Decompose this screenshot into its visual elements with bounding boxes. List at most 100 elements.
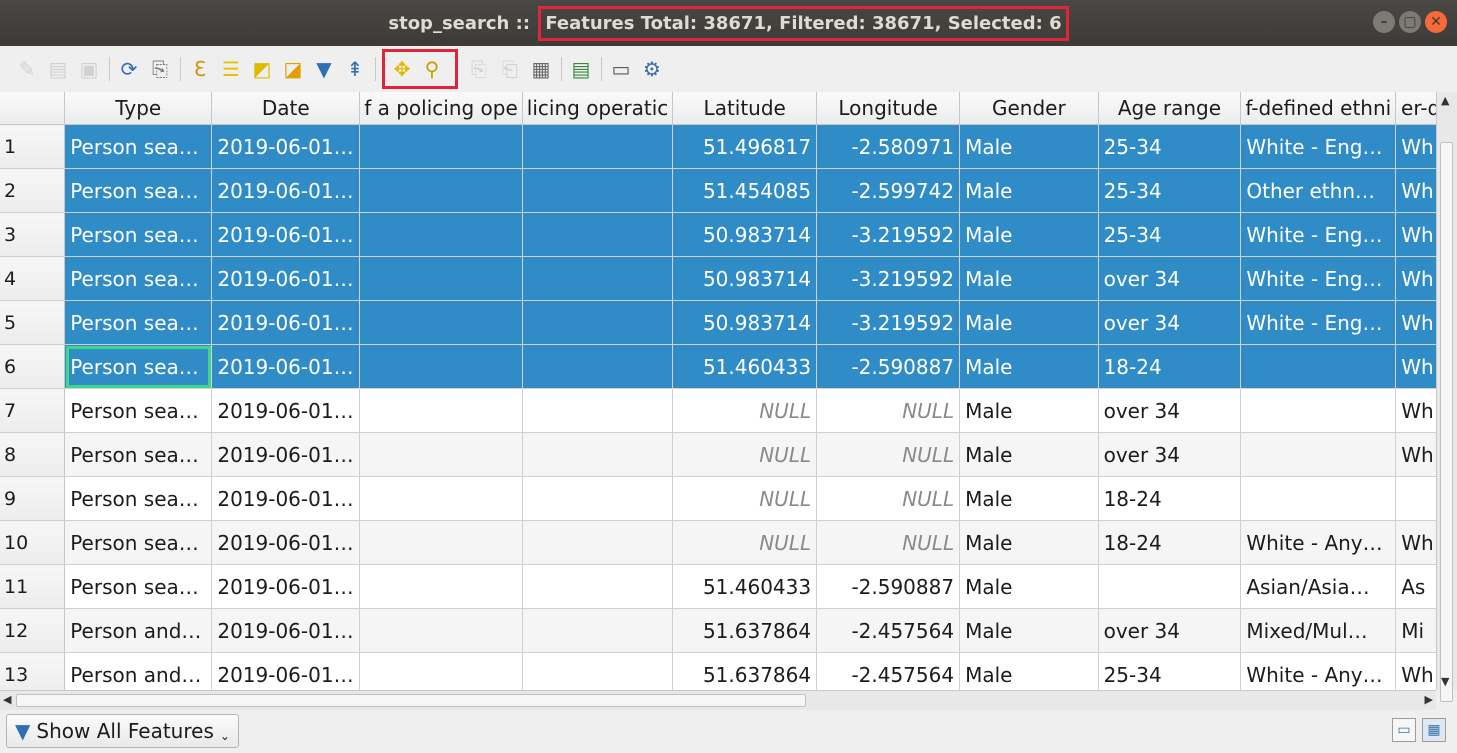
- scroll-right-icon[interactable]: ▶: [1425, 693, 1433, 706]
- scroll-left-icon[interactable]: ◀: [3, 693, 11, 706]
- table-cell[interactable]: Person sea…: [64, 344, 213, 389]
- table-cell[interactable]: [522, 168, 674, 213]
- table-cell[interactable]: [359, 212, 523, 257]
- table-cell[interactable]: over 34: [1098, 256, 1242, 301]
- table-row[interactable]: 12 Person and… 2019-06-01… 51.637864 -2.4575…: [0, 608, 1457, 653]
- table-cell[interactable]: [359, 564, 523, 609]
- table-row[interactable]: 4 Person sea… 2019-06-01… 50.983714 -3.21959…: [0, 256, 1457, 301]
- row-header[interactable]: 6: [0, 344, 66, 389]
- table-cell[interactable]: Male: [959, 344, 1099, 389]
- table-row[interactable]: 9 Person sea… 2019-06-01… NULL NULL Male 18-24: [0, 476, 1457, 521]
- show-all-features-button[interactable]: ▼ Show All Features ⌄: [6, 714, 239, 748]
- column-header[interactable]: Type: [64, 92, 213, 125]
- table-cell[interactable]: NULL: [816, 520, 961, 565]
- table-cell[interactable]: 25-34: [1098, 124, 1242, 169]
- table-cell[interactable]: 25-34: [1098, 652, 1242, 690]
- vertical-scrollbar[interactable]: ▲ ▼: [1436, 92, 1457, 702]
- row-header[interactable]: 12: [0, 608, 66, 653]
- row-header[interactable]: 13: [0, 652, 66, 690]
- table-cell[interactable]: Person sea…: [64, 124, 213, 169]
- table-cell[interactable]: 2019-06-01…: [211, 608, 361, 653]
- table-cell[interactable]: Person sea…: [64, 476, 213, 521]
- table-cell[interactable]: Other ethn…: [1240, 168, 1397, 213]
- invert-selection-icon[interactable]: ◩: [249, 56, 275, 82]
- table-cell[interactable]: over 34: [1098, 608, 1242, 653]
- select-all-icon[interactable]: ☰: [218, 56, 244, 82]
- table-cell[interactable]: 18-24: [1098, 520, 1242, 565]
- reload-icon[interactable]: ⟳: [116, 56, 142, 82]
- table-cell[interactable]: Male: [959, 124, 1099, 169]
- table-cell[interactable]: Mixed/Mul…: [1240, 608, 1397, 653]
- column-header[interactable]: Longitude: [816, 92, 961, 125]
- table-cell[interactable]: 2019-06-01…: [211, 388, 361, 433]
- table-cell[interactable]: -2.457564: [816, 652, 961, 690]
- table-cell[interactable]: 2019-06-01…: [211, 168, 361, 213]
- scroll-down-icon[interactable]: ▼: [1441, 675, 1449, 688]
- table-cell[interactable]: [359, 608, 523, 653]
- row-header[interactable]: 2: [0, 168, 66, 213]
- row-header[interactable]: 9: [0, 476, 66, 521]
- table-row[interactable]: 2 Person sea… 2019-06-01… 51.454085 -2.59974…: [0, 168, 1457, 213]
- move-selection-top-icon[interactable]: ⇞: [342, 56, 368, 82]
- table-cell[interactable]: Male: [959, 168, 1099, 213]
- table-cell[interactable]: -2.580971: [816, 124, 961, 169]
- table-cell[interactable]: 2019-06-01…: [211, 652, 361, 690]
- table-cell[interactable]: 2019-06-01…: [211, 520, 361, 565]
- column-header[interactable]: Gender: [959, 92, 1099, 125]
- table-cell[interactable]: 50.983714: [672, 212, 818, 257]
- table-cell[interactable]: NULL: [816, 388, 961, 433]
- column-header[interactable]: f a policing ope: [359, 92, 523, 125]
- close-button[interactable]: ✕: [1425, 11, 1447, 33]
- table-cell[interactable]: -2.599742: [816, 168, 961, 213]
- table-cell[interactable]: Person sea…: [64, 212, 213, 257]
- table-row[interactable]: 13 Person and… 2019-06-01… 51.637864 -2.4575…: [0, 652, 1457, 690]
- table-cell[interactable]: [522, 124, 674, 169]
- corner-header[interactable]: [0, 92, 66, 125]
- table-view-button[interactable]: ▦: [1422, 718, 1446, 742]
- table-cell[interactable]: White - Eng…: [1240, 124, 1397, 169]
- table-row[interactable]: 10 Person sea… 2019-06-01… NULL NULL Male 18-2…: [0, 520, 1457, 565]
- filter-select-icon[interactable]: ▼: [311, 56, 337, 82]
- pan-to-selection-icon[interactable]: ✥: [389, 56, 415, 82]
- table-cell[interactable]: 2019-06-01…: [211, 344, 361, 389]
- table-cell[interactable]: [1240, 432, 1397, 477]
- table-cell[interactable]: NULL: [816, 476, 961, 521]
- table-row[interactable]: 3 Person sea… 2019-06-01… 50.983714 -3.21959…: [0, 212, 1457, 257]
- add-feature-icon[interactable]: ⎘: [147, 56, 173, 82]
- table-cell[interactable]: [522, 520, 674, 565]
- table-cell[interactable]: Male: [959, 564, 1099, 609]
- table-cell[interactable]: over 34: [1098, 432, 1242, 477]
- table-cell[interactable]: Male: [959, 388, 1099, 433]
- table-cell[interactable]: White - Any…: [1240, 652, 1397, 690]
- table-cell[interactable]: Male: [959, 652, 1099, 690]
- table-cell[interactable]: 51.637864: [672, 608, 818, 653]
- table-cell[interactable]: White - Any…: [1240, 520, 1397, 565]
- table-cell[interactable]: [359, 256, 523, 301]
- table-cell[interactable]: [522, 432, 674, 477]
- table-cell[interactable]: NULL: [672, 520, 818, 565]
- conditional-formatting-icon[interactable]: ▤: [568, 56, 594, 82]
- row-header[interactable]: 11: [0, 564, 66, 609]
- table-cell[interactable]: 51.460433: [672, 564, 818, 609]
- actions-icon[interactable]: ⚙: [639, 56, 665, 82]
- table-cell[interactable]: 2019-06-01…: [211, 564, 361, 609]
- column-header[interactable]: f-defined ethni: [1240, 92, 1397, 125]
- table-cell[interactable]: [359, 652, 523, 690]
- table-row[interactable]: 5 Person sea… 2019-06-01… 50.983714 -3.21959…: [0, 300, 1457, 345]
- table-cell[interactable]: [1240, 388, 1397, 433]
- table-cell[interactable]: 2019-06-01…: [211, 212, 361, 257]
- table-cell[interactable]: 51.460433: [672, 344, 818, 389]
- table-row[interactable]: 7 Person sea… 2019-06-01… NULL NULL Male over …: [0, 388, 1457, 433]
- table-cell[interactable]: [359, 388, 523, 433]
- table-cell[interactable]: 2019-06-01…: [211, 124, 361, 169]
- table-cell[interactable]: [1098, 564, 1242, 609]
- table-cell[interactable]: NULL: [816, 432, 961, 477]
- table-cell[interactable]: Male: [959, 520, 1099, 565]
- row-header[interactable]: 3: [0, 212, 66, 257]
- table-cell[interactable]: [522, 344, 674, 389]
- table-row[interactable]: 8 Person sea… 2019-06-01… NULL NULL Male over …: [0, 432, 1457, 477]
- table-cell[interactable]: 2019-06-01…: [211, 300, 361, 345]
- table-row[interactable]: 1 Person sea… 2019-06-01… 51.496817 -2.58097…: [0, 124, 1457, 169]
- table-cell[interactable]: -2.590887: [816, 344, 961, 389]
- table-cell[interactable]: [359, 432, 523, 477]
